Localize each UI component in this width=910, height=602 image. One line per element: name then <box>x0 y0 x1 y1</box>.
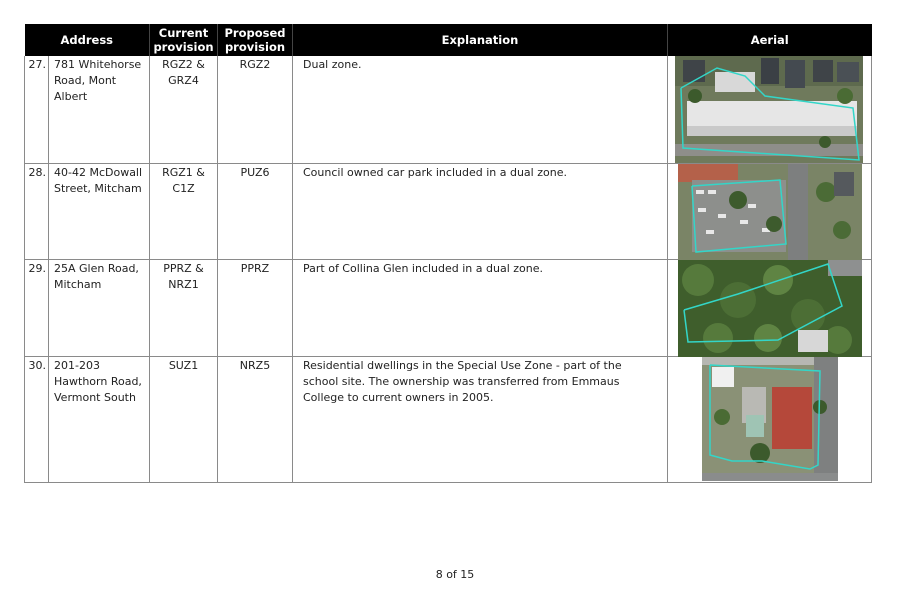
table-row: 30. 201-203 Hawthorn Road, Vermont South… <box>24 356 872 483</box>
aerial-photo <box>675 56 863 163</box>
aerial-photo <box>678 163 862 260</box>
row-aerial-cell <box>667 163 872 260</box>
header-proposed-provision: Proposed provision <box>217 24 293 56</box>
table-header-row: Address Current provision Proposed provisi… <box>24 24 872 56</box>
row-explanation: Council owned car park included in a dua… <box>292 163 668 260</box>
row-address: 40-42 McDowall Street, Mitcham <box>48 163 150 260</box>
row-number: 29. <box>24 259 49 357</box>
row-current-provision: PPRZ & NRZ1 <box>149 259 218 357</box>
header-aerial: Aerial <box>667 24 872 56</box>
row-proposed-provision: RGZ2 <box>217 56 293 164</box>
row-number: 28. <box>24 163 49 260</box>
aerial-photo <box>702 356 838 481</box>
row-aerial-cell <box>667 56 872 164</box>
row-current-provision: RGZ1 & C1Z <box>149 163 218 260</box>
row-explanation: Part of Collina Glen included in a dual … <box>292 259 668 357</box>
header-current-provision: Current provision <box>149 24 218 56</box>
header-explanation: Explanation <box>292 24 668 56</box>
row-aerial-cell <box>667 259 872 357</box>
row-address: 781 Whitehorse Road, Mont Albert <box>48 56 150 164</box>
row-explanation: Residential dwellings in the Special Use… <box>292 356 668 483</box>
row-current-provision: SUZ1 <box>149 356 218 483</box>
aerial-photo <box>678 259 862 357</box>
row-proposed-provision: PUZ6 <box>217 163 293 260</box>
row-current-provision: RGZ2 & GRZ4 <box>149 56 218 164</box>
rezoning-table: Address Current provision Proposed provisi… <box>24 24 872 483</box>
row-address: 201-203 Hawthorn Road, Vermont South <box>48 356 150 483</box>
row-aerial-cell <box>667 356 872 483</box>
table-row: 27. 781 Whitehorse Road, Mont Albert RGZ… <box>24 56 872 164</box>
header-address: Address <box>24 24 150 56</box>
row-proposed-provision: PPRZ <box>217 259 293 357</box>
page-number: 8 of 15 <box>435 568 475 581</box>
table-row: 29. 25A Glen Road, Mitcham PPRZ & NRZ1 P… <box>24 259 872 357</box>
row-address: 25A Glen Road, Mitcham <box>48 259 150 357</box>
row-explanation: Dual zone. <box>292 56 668 164</box>
row-proposed-provision: NRZ5 <box>217 356 293 483</box>
row-number: 30. <box>24 356 49 483</box>
row-number: 27. <box>24 56 49 164</box>
table-row: 28. 40-42 McDowall Street, Mitcham RGZ1 … <box>24 163 872 260</box>
